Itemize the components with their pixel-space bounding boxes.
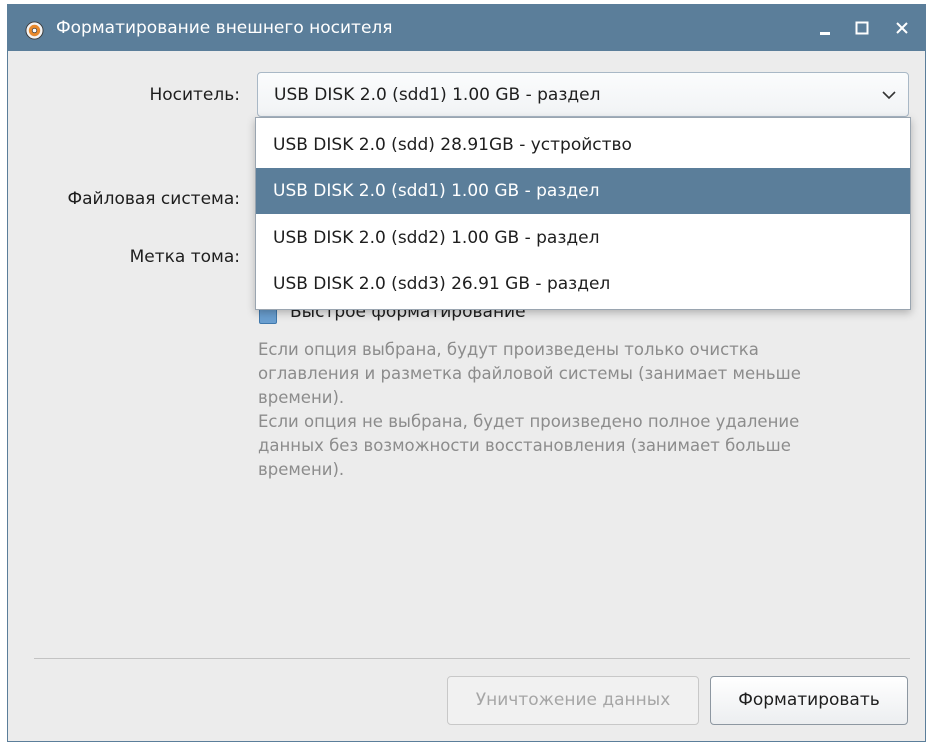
volume-label: Метка тома:	[129, 247, 240, 267]
help-line: данных без возможности восстановления (з…	[258, 436, 791, 455]
maximize-icon[interactable]	[852, 18, 872, 38]
quick-format-help: Если опция выбрана, будут произведены то…	[258, 338, 898, 482]
dropdown-item-sdd[interactable]: USB DISK 2.0 (sdd) 28.91GB - устройство	[256, 122, 910, 168]
close-icon[interactable]	[892, 18, 912, 38]
dropdown-item-sdd2[interactable]: USB DISK 2.0 (sdd2) 1.00 GB - раздел	[256, 215, 910, 261]
window-title: Форматирование внешнего носителя	[56, 18, 393, 38]
chevron-down-icon	[882, 91, 896, 100]
minimize-icon[interactable]	[815, 18, 835, 38]
filesystem-label: Файловая система:	[67, 189, 240, 209]
wipe-data-button[interactable]: Уничтожение данных	[447, 676, 699, 725]
device-select[interactable]: USB DISK 2.0 (sdd1) 1.00 GB - раздел	[257, 72, 909, 117]
disk-utility-icon	[25, 21, 44, 40]
format-dialog: Форматирование внешнего носителя Носител…	[7, 4, 926, 742]
help-line: Если опция не выбрана, будет произведено…	[258, 412, 800, 431]
dropdown-item-sdd1[interactable]: USB DISK 2.0 (sdd1) 1.00 GB - раздел	[256, 168, 910, 214]
dropdown-item-sdd3[interactable]: USB DISK 2.0 (sdd3) 26.91 GB - раздел	[256, 261, 910, 307]
help-line: времени).	[258, 388, 345, 407]
help-line: оглавления и разметка файловой системы (…	[258, 364, 801, 383]
title-bar[interactable]: Форматирование внешнего носителя	[8, 5, 925, 51]
device-dropdown-list: USB DISK 2.0 (sdd) 28.91GB - устройство …	[255, 117, 911, 310]
help-line: времени).	[258, 460, 345, 479]
help-line: Если опция выбрана, будут произведены то…	[258, 340, 759, 359]
device-select-value: USB DISK 2.0 (sdd1) 1.00 GB - раздел	[274, 85, 601, 105]
device-label: Носитель:	[149, 85, 240, 105]
separator	[34, 658, 910, 659]
format-button[interactable]: Форматировать	[710, 676, 908, 725]
